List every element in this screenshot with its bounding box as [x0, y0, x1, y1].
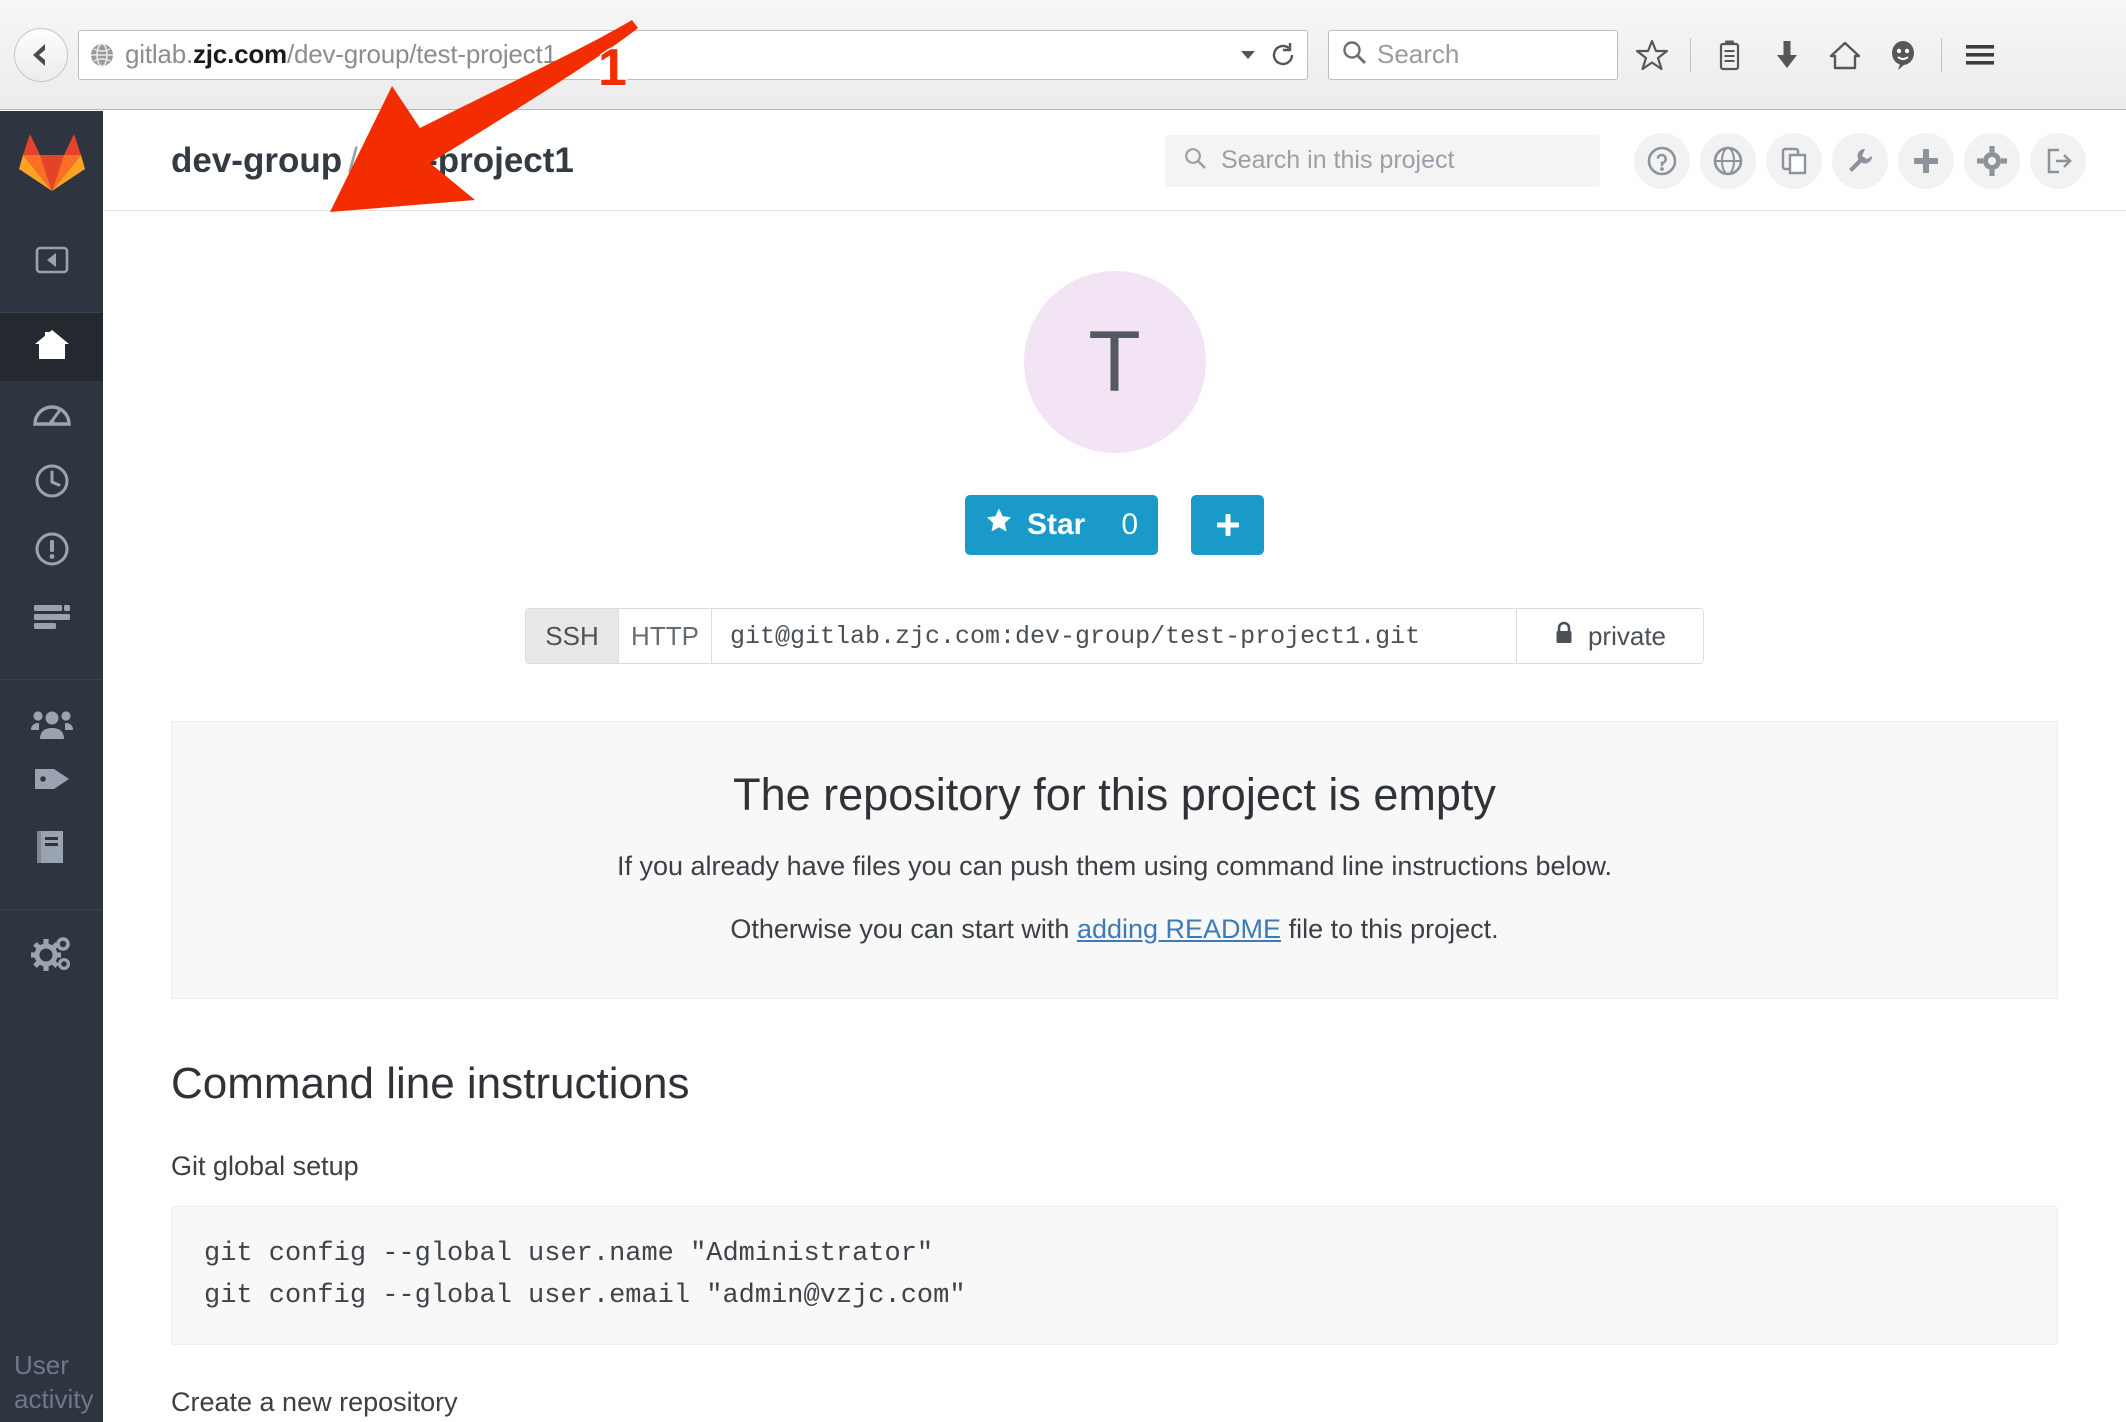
fork-add-button[interactable]	[1191, 495, 1265, 555]
smiley-pocket-icon[interactable]	[1877, 29, 1929, 81]
home-icon[interactable]	[1819, 29, 1871, 81]
url-dropdown-icon[interactable]	[1241, 50, 1255, 59]
empty-repository-panel: The repository for this project is empty…	[171, 721, 2058, 999]
exclamation-icon	[34, 531, 70, 572]
url-prefix: gitlab.	[125, 39, 193, 69]
sidebar-item-cycle-analytics[interactable]	[0, 449, 103, 517]
wrench-icon[interactable]	[1832, 132, 1888, 189]
people-group-icon	[30, 708, 73, 745]
project-search-input[interactable]: Search in this project	[1165, 134, 1600, 187]
breadcrumb-separator: /	[348, 140, 358, 180]
collapse-sidebar-button[interactable]	[0, 213, 103, 313]
breadcrumb-namespace[interactable]: dev-group	[171, 141, 342, 180]
back-arrow-icon	[26, 40, 56, 70]
visibility-badge[interactable]: private	[1517, 609, 1703, 663]
cli-heading: Command line instructions	[171, 1058, 690, 1108]
main-content: dev-group / test-project1 Search in this p…	[103, 111, 2126, 1422]
command-line-instructions: Command line instructions Git global set…	[171, 1059, 2058, 1422]
sidebar-item-labels[interactable]	[0, 747, 103, 815]
bookmark-star-icon[interactable]	[1626, 29, 1678, 81]
sidebar-item-wiki[interactable]	[0, 815, 103, 883]
url-text: gitlab.zjc.com/dev-group/test-project1	[125, 39, 1233, 70]
clone-url-field[interactable]: git@gitlab.zjc.com:dev-group/test-projec…	[712, 609, 1517, 663]
left-sidebar: User activity	[0, 111, 103, 1422]
url-bar[interactable]: gitlab.zjc.com/dev-group/test-project1	[78, 29, 1308, 80]
empty-repo-line2-post: file to this project.	[1281, 914, 1499, 945]
plus-icon[interactable]	[1898, 132, 1954, 189]
project-body: T Star 0 SSH HTTP git@gitlab.zjc.com:dev…	[103, 271, 2126, 1422]
toolbar-divider-2	[1941, 37, 1942, 72]
clone-tab-ssh[interactable]: SSH	[526, 609, 619, 663]
breadcrumb-project[interactable]: test-project1	[364, 141, 574, 180]
visibility-label: private	[1587, 620, 1667, 651]
list-lines-icon	[32, 603, 72, 636]
plus-icon	[1213, 510, 1243, 540]
project-action-buttons: Star 0	[103, 495, 2126, 555]
project-avatar: T	[1023, 271, 1206, 453]
project-search-placeholder: Search in this project	[1221, 146, 1455, 174]
cli-git-global-setup-code[interactable]: git config --global user.name "Administr…	[171, 1205, 2058, 1345]
star-label: Star	[1026, 508, 1086, 541]
empty-repo-line2: Otherwise you can start with adding READ…	[192, 910, 2037, 949]
sidebar-footer-text: User activity	[14, 1350, 94, 1414]
sidebar-item-merge-requests[interactable]	[0, 585, 103, 653]
annotation-number: 1	[597, 38, 629, 99]
help-icon[interactable]	[1634, 132, 1690, 189]
reload-icon[interactable]	[1269, 41, 1297, 69]
star-count: 0	[1121, 508, 1139, 541]
gears-icon	[30, 935, 73, 978]
empty-repo-line2-pre: Otherwise you can start with	[730, 914, 1077, 945]
globe-icon[interactable]	[1700, 132, 1756, 189]
url-suffix: /dev-group/test-project1	[286, 39, 557, 69]
home-icon	[33, 327, 71, 368]
url-domain: zjc.com	[192, 39, 287, 69]
project-topbar: dev-group / test-project1 Search in this p…	[103, 111, 2126, 211]
gitlab-logo-icon[interactable]	[0, 111, 103, 213]
avatar-container: T	[103, 271, 2126, 453]
browser-toolbar-icons	[1626, 29, 2006, 81]
book-icon	[35, 829, 69, 870]
topbar-icon-group	[1634, 132, 2086, 189]
cli-git-global-setup-label: Git global setup	[171, 1150, 359, 1181]
lock-icon	[1554, 621, 1574, 652]
breadcrumb: dev-group / test-project1	[171, 141, 574, 181]
collapse-arrow-icon	[35, 243, 69, 282]
browser-search-box[interactable]: Search	[1328, 29, 1618, 80]
gear-icon[interactable]	[1964, 132, 2020, 189]
signout-icon[interactable]	[2030, 132, 2086, 189]
star-button[interactable]: Star 0	[964, 495, 1159, 555]
reader-list-icon[interactable]	[1703, 29, 1755, 81]
search-icon	[1183, 146, 1207, 175]
star-icon	[985, 507, 1013, 543]
globe-icon	[89, 42, 115, 68]
adding-readme-link[interactable]: adding README	[1077, 914, 1281, 944]
search-icon	[1341, 39, 1367, 70]
clone-bar: SSH HTTP git@gitlab.zjc.com:dev-group/te…	[525, 608, 1704, 664]
clipboard-icon[interactable]	[1766, 132, 1822, 189]
browser-back-button[interactable]	[14, 27, 68, 82]
clone-row: SSH HTTP git@gitlab.zjc.com:dev-group/te…	[103, 608, 2126, 664]
sidebar-item-issues[interactable]	[0, 517, 103, 585]
download-arrow-icon[interactable]	[1761, 29, 1813, 81]
sidebar-item-members[interactable]	[0, 679, 103, 747]
browser-chrome: gitlab.zjc.com/dev-group/test-project1 S…	[0, 0, 2126, 110]
toolbar-divider	[1690, 37, 1691, 72]
cli-create-new-repo-label: Create a new repository	[171, 1386, 458, 1417]
empty-repo-title: The repository for this project is empty	[733, 769, 1496, 820]
sidebar-item-activity[interactable]	[0, 381, 103, 449]
hamburger-menu-icon[interactable]	[1954, 29, 2006, 81]
speedometer-icon	[32, 398, 71, 433]
sidebar-item-project-home[interactable]	[0, 313, 103, 381]
empty-repo-line1: If you already have files you can push t…	[616, 851, 1613, 882]
sidebar-item-settings[interactable]	[0, 909, 103, 977]
browser-search-placeholder: Search	[1377, 39, 1460, 69]
clock-icon	[34, 463, 70, 504]
clone-tab-http[interactable]: HTTP	[619, 609, 712, 663]
tag-icon	[32, 763, 72, 800]
